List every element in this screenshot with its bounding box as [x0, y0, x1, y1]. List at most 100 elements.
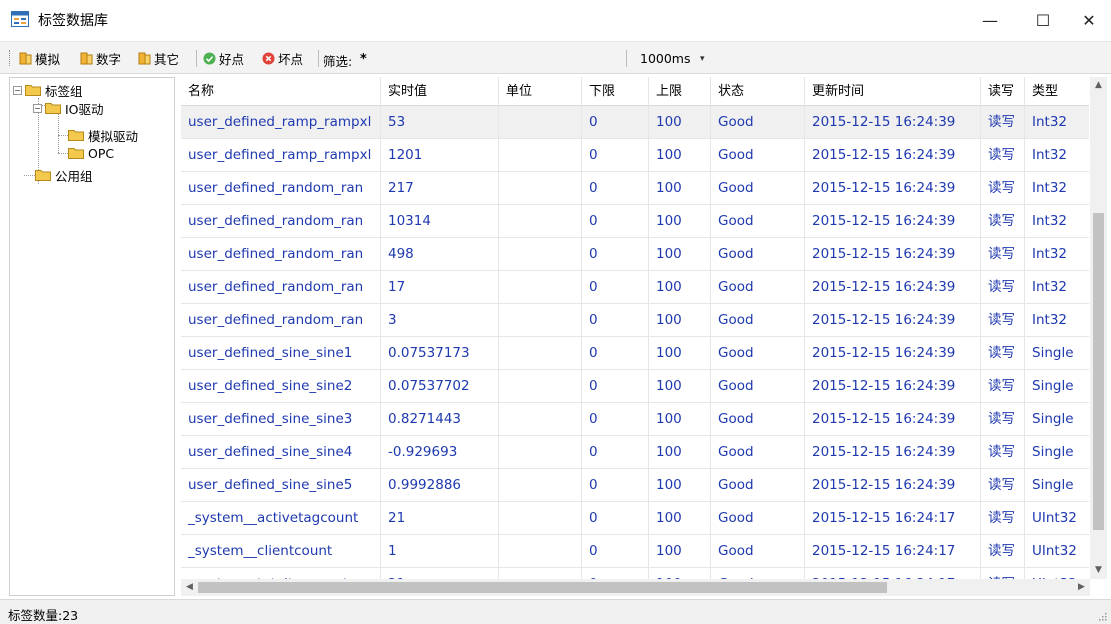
vertical-scrollbar[interactable]: ▲ ▼: [1090, 77, 1107, 579]
cell-update-time: 2015-12-15 16:24:39: [805, 139, 981, 172]
column-header-status[interactable]: 状态: [711, 77, 805, 106]
cell-unit: [499, 469, 582, 502]
table-row[interactable]: user_defined_sine_sine2 0.07537702 0 100 Goo…: [181, 370, 1089, 403]
cell-rw: 读写: [981, 403, 1025, 436]
cell-high: 100: [649, 205, 711, 238]
cell-high: 100: [649, 502, 711, 535]
cell-update-time: 2015-12-15 16:24:17: [805, 535, 981, 568]
scroll-up-icon[interactable]: ▲: [1090, 77, 1107, 94]
scroll-left-icon[interactable]: ◀: [181, 579, 198, 596]
cell-unit: [499, 502, 582, 535]
maximize-button[interactable]: ☐: [1020, 0, 1066, 40]
tree-node-root[interactable]: − 标签组: [13, 81, 83, 99]
cell-name: user_defined_sine_sine3: [181, 403, 381, 436]
cell-type: Int32: [1032, 180, 1068, 196]
chevron-down-icon[interactable]: ▾: [700, 54, 705, 64]
table-row[interactable]: user_defined_random_ran 3 0 100 Good 2015-12-…: [181, 304, 1089, 337]
cell-unit: [499, 139, 582, 172]
horizontal-scrollbar[interactable]: ◀ ▶: [181, 579, 1090, 596]
tree-node-io-driver[interactable]: − IO驱动: [33, 99, 104, 117]
column-header-rw[interactable]: 读写: [981, 77, 1025, 106]
table-row[interactable]: user_defined_random_ran 10314 0 100 Good 2015…: [181, 205, 1089, 238]
table-row[interactable]: _system__activetagcount 21 0 100 Good 2015-12…: [181, 502, 1089, 535]
tree-connector: [58, 135, 68, 136]
tree-node-sim-driver[interactable]: 模拟驱动: [68, 126, 138, 144]
good-point-button[interactable]: 好点: [200, 48, 247, 69]
refresh-interval-select[interactable]: 1000ms: [640, 51, 691, 66]
analog-filter-button[interactable]: 模拟: [16, 48, 63, 69]
table-row[interactable]: user_defined_sine_sine1 0.07537173 0 100 Goo…: [181, 337, 1089, 370]
cell-value: 17: [381, 271, 499, 304]
cell-high: 100: [649, 337, 711, 370]
cell-type: Int32: [1032, 213, 1068, 229]
toolbar-separator: [626, 50, 627, 67]
cell-update-time: 2015-12-15 16:24:39: [805, 106, 981, 139]
cell-rw: 读写: [981, 172, 1025, 205]
tag-group-tree: − 标签组 − IO驱动 模拟驱动 OPC 公用组: [9, 77, 175, 596]
cell-name: user_defined_sine_sine2: [181, 370, 381, 403]
cell-value: 1: [381, 535, 499, 568]
folder-icon: [68, 148, 84, 159]
table-row[interactable]: user_defined_ramp_rampxl 53 0 100 Good 2015-1…: [181, 106, 1089, 139]
collapse-icon[interactable]: −: [13, 85, 22, 95]
table-row[interactable]: user_defined_sine_sine3 0.8271443 0 100 Good…: [181, 403, 1089, 436]
table-row[interactable]: user_defined_random_ran 17 0 100 Good 2015-12…: [181, 271, 1089, 304]
table-row[interactable]: user_defined_ramp_rampxl 1201 0 100 Good 2015…: [181, 139, 1089, 172]
tree-connector: [24, 175, 35, 176]
column-header-high[interactable]: 上限: [649, 77, 711, 106]
column-header-value[interactable]: 实时值: [381, 77, 499, 106]
vertical-scroll-thumb[interactable]: [1093, 213, 1104, 530]
cell-unit: [499, 436, 582, 469]
table-row[interactable]: user_defined_sine_sine4 -0.929693 0 100 Good…: [181, 436, 1089, 469]
cell-rw: 读写: [981, 469, 1025, 502]
cell-status: Good: [711, 139, 805, 172]
cell-rw: 读写: [981, 436, 1025, 469]
cell-unit: [499, 535, 582, 568]
cell-low: 0: [582, 535, 649, 568]
cell-unit: [499, 106, 582, 139]
bad-point-label: 坏点: [278, 52, 304, 67]
cell-update-time: 2015-12-15 16:24:39: [805, 304, 981, 337]
cell-update-time: 2015-12-15 16:24:39: [805, 436, 981, 469]
tree-connector: [58, 112, 59, 153]
tree-node-opc[interactable]: OPC: [68, 144, 114, 162]
column-header-unit[interactable]: 单位: [499, 77, 582, 106]
cell-rw: 读写: [981, 106, 1025, 139]
other-filter-button[interactable]: 其它: [135, 48, 182, 69]
minimize-button[interactable]: —: [967, 0, 1013, 40]
filter-input[interactable]: [358, 49, 620, 69]
close-button[interactable]: ✕: [1066, 0, 1111, 40]
column-header-update-time[interactable]: 更新时间: [805, 77, 981, 106]
scroll-right-icon[interactable]: ▶: [1073, 579, 1090, 596]
cell-low: 0: [582, 205, 649, 238]
column-header-low[interactable]: 下限: [582, 77, 649, 106]
table-row[interactable]: user_defined_random_ran 498 0 100 Good 2015-1…: [181, 238, 1089, 271]
scroll-down-icon[interactable]: ▼: [1090, 562, 1107, 579]
column-header-type[interactable]: 类型: [1025, 77, 1089, 106]
horizontal-scroll-thumb[interactable]: [198, 582, 887, 593]
digital-filter-button[interactable]: 数字: [77, 48, 124, 69]
cell-unit: [499, 205, 582, 238]
cell-unit: [499, 238, 582, 271]
toolbar-grip[interactable]: [9, 50, 12, 66]
cell-type: Int32: [1032, 279, 1068, 295]
cell-name: user_defined_sine_sine5: [181, 469, 381, 502]
table-row[interactable]: _system__totaltagcount21 0100Good2015-12-…: [181, 568, 1089, 579]
bad-point-button[interactable]: 坏点: [259, 48, 306, 69]
cell-type: Single: [1032, 444, 1074, 460]
table-row[interactable]: _system__clientcount 1 0 100 Good 2015-12-15 …: [181, 535, 1089, 568]
table-row[interactable]: user_defined_random_ran 217 0 100 Good 2015-1…: [181, 172, 1089, 205]
table-row[interactable]: user_defined_sine_sine5 0.9992886 0 100 Good…: [181, 469, 1089, 502]
cell-status: Good: [711, 403, 805, 436]
cell-name: user_defined_sine_sine1: [181, 337, 381, 370]
collapse-icon[interactable]: −: [33, 103, 42, 113]
analog-filter-label: 模拟: [35, 52, 61, 67]
column-header-name[interactable]: 名称: [181, 77, 381, 106]
cell-update-time: 2015-12-15 16:24:39: [805, 370, 981, 403]
cell-low: 0: [582, 403, 649, 436]
resize-grip-icon[interactable]: [1097, 611, 1107, 621]
cell-value: 21: [381, 568, 499, 579]
cell-type: Int32: [1032, 147, 1068, 163]
tree-node-public-group[interactable]: 公用组: [35, 166, 93, 184]
cell-low: 0: [582, 469, 649, 502]
